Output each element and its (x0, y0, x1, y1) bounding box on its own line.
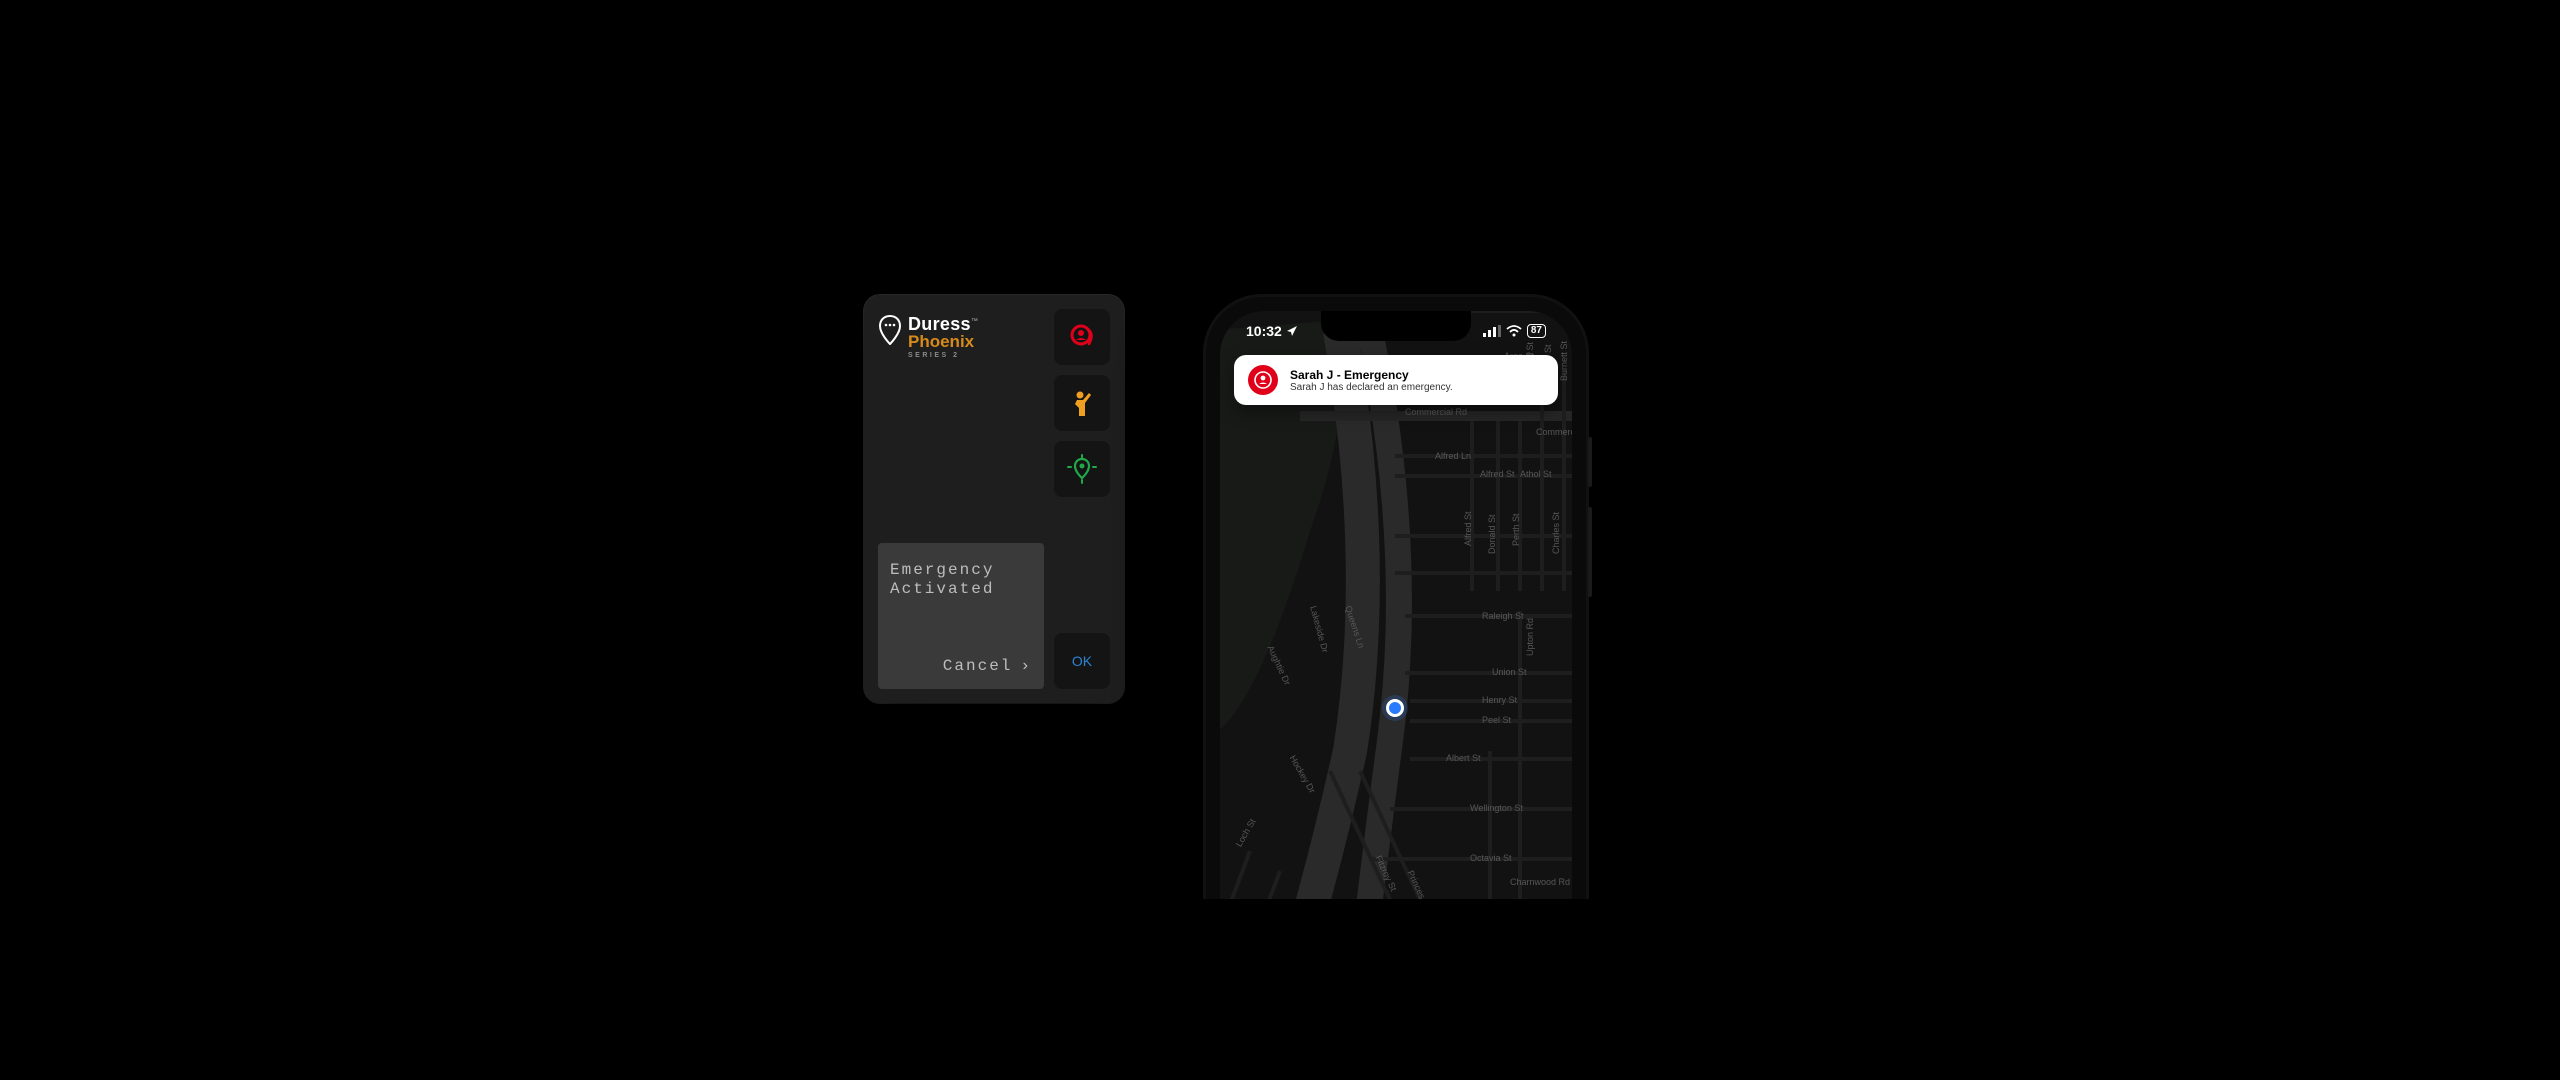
brand-name-1: Duress (908, 314, 971, 334)
chevron-right-icon: › (1020, 657, 1032, 675)
notification-title: Sarah J - Emergency (1290, 368, 1453, 382)
brand-name-2: Phoenix (908, 333, 978, 350)
brand-logo: Duress™ Phoenix SERIES 2 (878, 315, 1044, 359)
phone-power-button (1588, 507, 1592, 597)
brand-pin-icon (878, 315, 902, 345)
device-screen: Emergency Activated Cancel › (878, 543, 1044, 689)
notification-card[interactable]: Sarah J - Emergency Sarah J has declared… (1234, 355, 1558, 405)
status-line-1: Emergency (890, 561, 1032, 580)
phone-volume-button (1588, 437, 1592, 487)
cellular-signal-icon (1483, 325, 1501, 337)
location-button[interactable] (1054, 441, 1110, 497)
street-label: Donald St (1487, 514, 1497, 554)
assist-button[interactable] (1054, 375, 1110, 431)
street-label: Alfred St (1480, 469, 1515, 479)
street-label: Wellington St (1470, 803, 1523, 813)
location-pin-icon (1067, 454, 1097, 484)
location-arrow-icon (1286, 325, 1298, 337)
phone-notch (1321, 311, 1471, 341)
street-label: Charles St (1551, 512, 1561, 554)
street-label: Perth St (1511, 513, 1521, 546)
street-label: Peel St (1482, 715, 1511, 725)
street-label: Union St (1492, 667, 1527, 677)
notification-body: Sarah J has declared an emergency. (1290, 382, 1453, 393)
duress-device: Duress™ Phoenix SERIES 2 (864, 295, 1124, 703)
user-location-dot (1386, 699, 1404, 717)
street-label: Albert St (1446, 753, 1481, 763)
street-label: Henry St (1482, 695, 1517, 705)
street-label: Raleigh St (1482, 611, 1524, 621)
ok-label: OK (1072, 653, 1092, 669)
person-waving-icon (1067, 388, 1097, 418)
status-time: 10:32 (1246, 323, 1282, 339)
street-label: Burnett St (1559, 341, 1569, 381)
street-label: Upton Rd (1525, 618, 1535, 656)
street-label: Commercial Rd (1405, 407, 1467, 417)
brand-trademark: ™ (971, 318, 978, 325)
emergency-button[interactable] (1054, 309, 1110, 365)
battery-level: 87 (1527, 324, 1546, 338)
ok-button[interactable]: OK (1054, 633, 1110, 689)
status-line-2: Activated (890, 580, 1032, 599)
brand-series: SERIES 2 (908, 352, 978, 359)
street-label: Octavia St (1470, 853, 1512, 863)
street-label: Athol St (1520, 469, 1552, 479)
notification-emergency-icon (1248, 365, 1278, 395)
cancel-label: Cancel (943, 657, 1013, 675)
street-label: Alfred St (1463, 511, 1473, 546)
emergency-contact-icon (1067, 322, 1097, 352)
phone-mockup: 10:32 (1206, 297, 1586, 899)
cancel-button[interactable]: Cancel › (890, 657, 1032, 675)
street-label: Alfred Ln (1435, 451, 1471, 461)
street-label: Charnwood Rd (1510, 877, 1570, 887)
wifi-icon (1506, 325, 1522, 337)
street-label: Commerc (1536, 427, 1572, 437)
